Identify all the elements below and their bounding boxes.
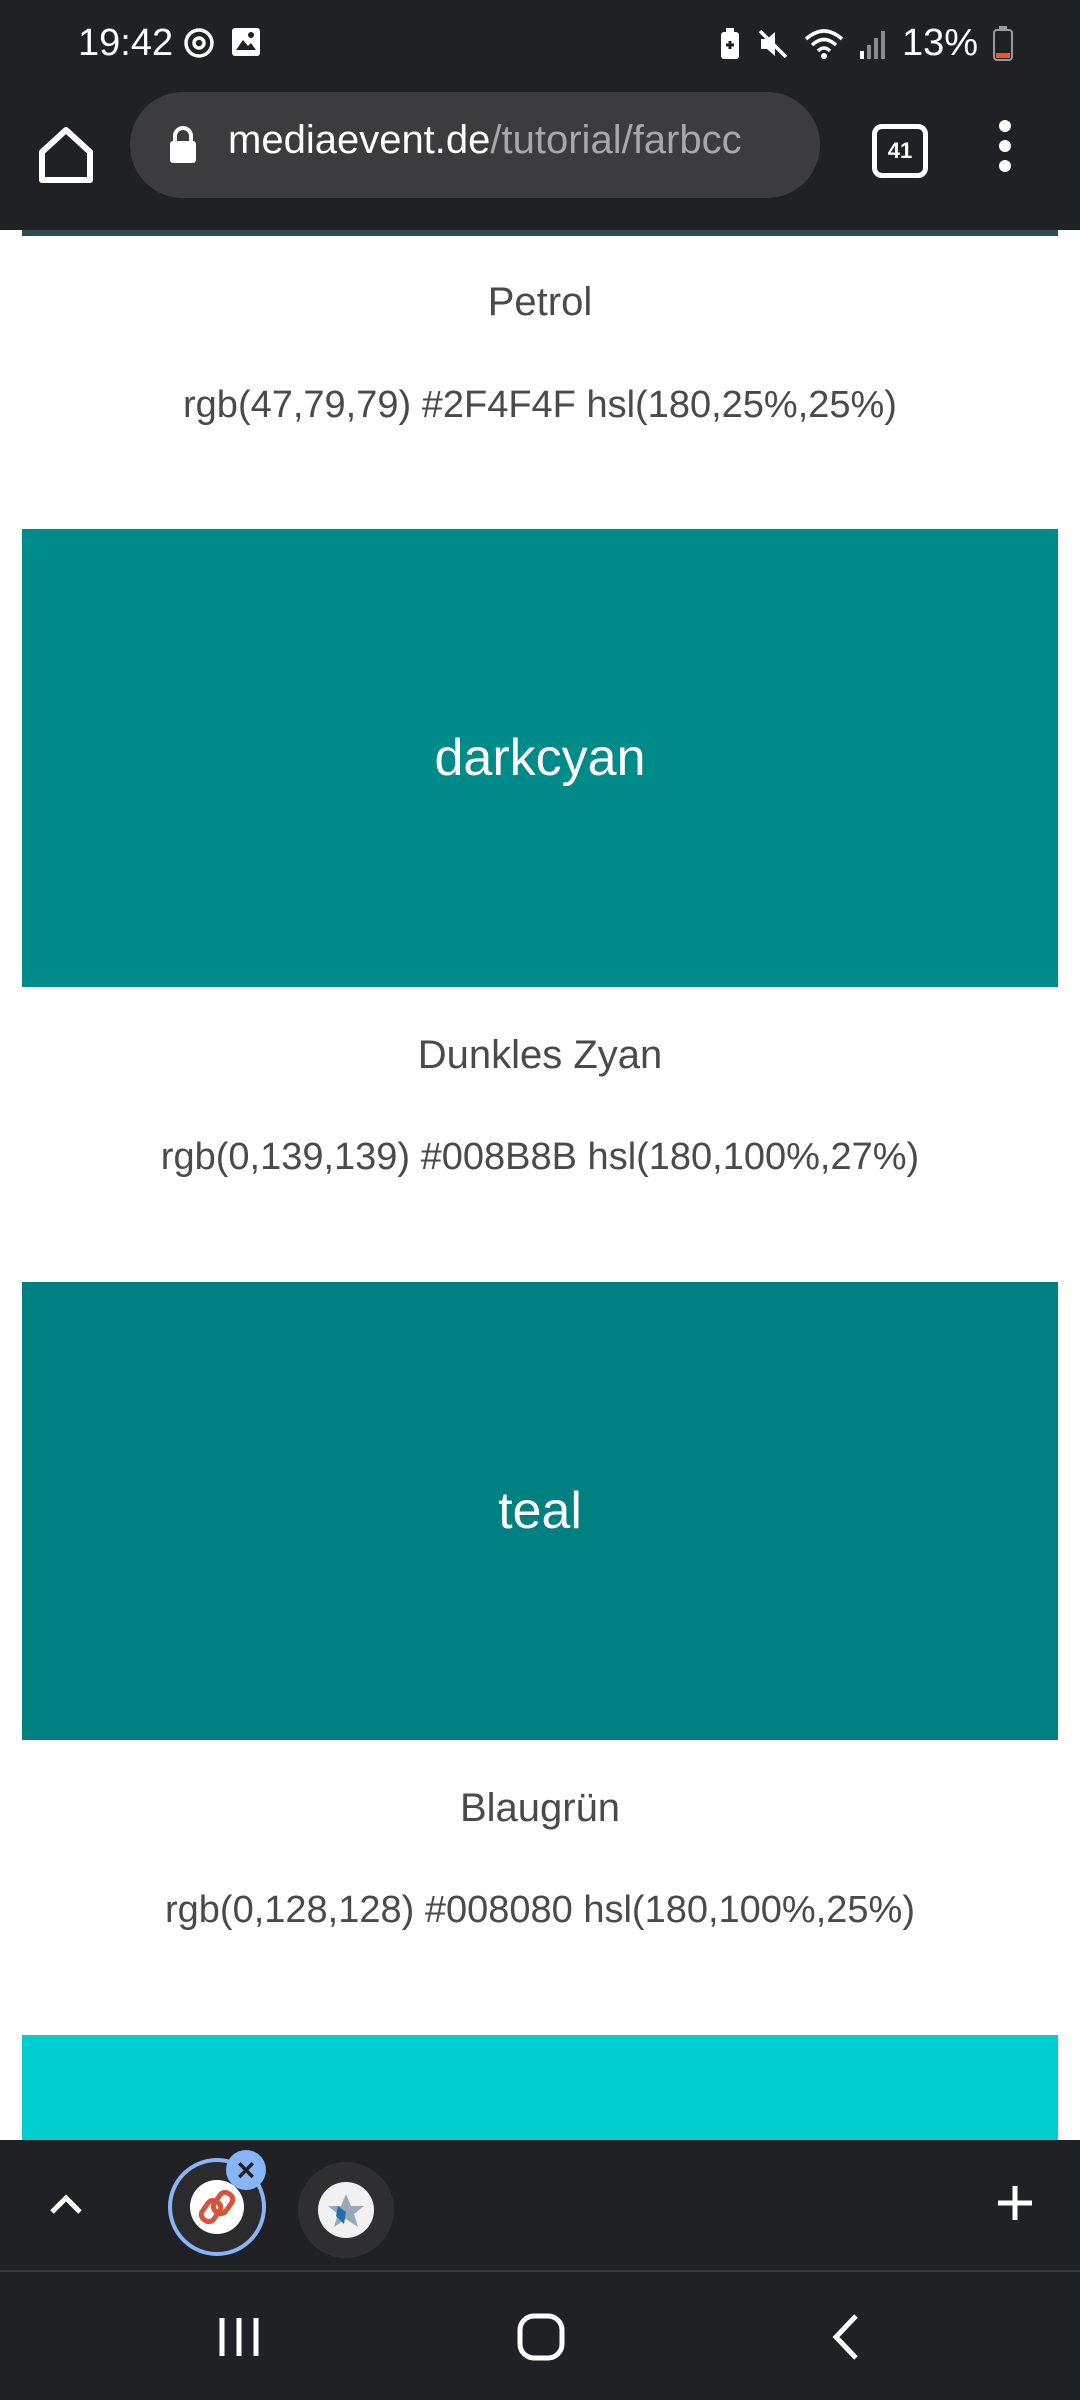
url-path: /tutorial/farbcc [490,118,742,162]
page-content[interactable]: Petrol rgb(47,79,79) #2F4F4F hsl(180,25%… [0,230,1080,2140]
favicon-star-icon [318,2182,374,2238]
color-swatch-petrol [22,230,1058,236]
tab-switcher-button[interactable]: 41 [872,124,928,178]
status-time: 19:42 [78,22,174,64]
color-values: rgb(47,79,79) #2F4F4F hsl(180,25%,25%) [183,384,897,426]
chevron-up-icon[interactable] [46,2188,86,2218]
close-tab-icon[interactable]: × [226,2150,266,2190]
status-right: 13% [718,22,1014,65]
color-values: rgb(0,139,139) #008B8B hsl(180,100%,27%) [160,1136,920,1178]
home-icon[interactable] [30,118,102,190]
url-text[interactable]: mediaevent.de/tutorial/farbcc [228,118,742,163]
battery-percent: 13% [901,22,978,64]
back-icon[interactable] [822,2312,872,2362]
favicon-mediaevent-icon [190,2180,244,2234]
swatch-label: darkcyan [434,729,646,787]
status-bar: 19:42 13% [0,0,1080,92]
color-name: Dunkles Zyan [417,1033,663,1077]
at-sign-icon [184,28,214,58]
url-bar[interactable]: mediaevent.de/tutorial/farbcc [130,92,820,198]
home-nav-icon[interactable] [516,2312,566,2362]
tab-other[interactable] [298,2162,394,2258]
color-swatch-teal: teal [22,1282,1058,1740]
battery-saver-icon [720,27,739,59]
battery-icon [993,25,1013,61]
color-values: rgb(0,128,128) #008080 hsl(180,100%,25%) [165,1889,915,1931]
color-swatch-next [22,2035,1058,2140]
tab-strip: × [0,2140,1080,2272]
browser-toolbar: mediaevent.de/tutorial/farbcc 41 [0,92,1080,230]
color-swatch-darkcyan: darkcyan [22,529,1058,987]
recent-apps-icon[interactable] [214,2312,264,2362]
mute-icon [758,29,788,58]
more-menu-icon[interactable] [990,120,1020,180]
lock-icon [170,126,196,163]
url-host: mediaevent.de [228,118,491,162]
color-name: Blaugrün [459,1786,621,1830]
new-tab-plus-icon[interactable] [994,2182,1036,2224]
system-nav-bar [0,2272,1080,2400]
wifi-icon [804,28,844,59]
status-left-icons [182,26,262,60]
color-name: Petrol [487,280,593,324]
swatch-label: teal [498,1482,582,1540]
image-icon [232,28,260,56]
signal-icon [859,30,885,59]
